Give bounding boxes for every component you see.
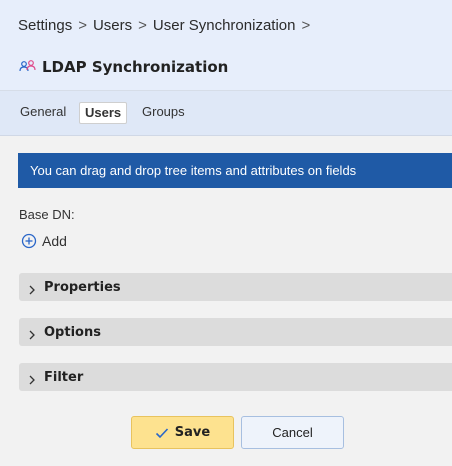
users-sync-icon — [18, 59, 38, 75]
breadcrumb-separator: > — [301, 17, 311, 34]
page-title-row: LDAP Synchronization — [18, 58, 228, 76]
base-dn-label: Base DN: — [19, 207, 75, 222]
section-properties[interactable]: Properties — [19, 273, 452, 301]
breadcrumb: Settings > Users > User Synchronization > — [18, 17, 316, 34]
chevron-right-icon — [26, 371, 38, 385]
tab-general[interactable]: General — [20, 101, 66, 123]
tab-bar: General Users Groups — [0, 91, 452, 136]
breadcrumb-item-user-synchronization[interactable]: User Synchronization — [153, 17, 296, 34]
breadcrumb-item-settings[interactable]: Settings — [18, 17, 72, 34]
cancel-button[interactable]: Cancel — [241, 416, 344, 449]
breadcrumb-item-users[interactable]: Users — [93, 17, 132, 34]
tab-groups[interactable]: Groups — [142, 101, 185, 123]
section-filter[interactable]: Filter — [19, 363, 452, 391]
add-base-dn-button[interactable]: Add — [21, 233, 67, 249]
save-label: Save — [174, 425, 211, 440]
save-button[interactable]: Save — [131, 416, 234, 449]
plus-circle-icon — [21, 233, 37, 249]
page-header: Settings > Users > User Synchronization > LDA… — [0, 0, 452, 91]
cancel-label: Cancel — [272, 425, 313, 440]
add-label: Add — [42, 233, 67, 249]
section-label: Properties — [44, 279, 121, 295]
ldap-sync-page: Settings > Users > User Synchronization > LDA… — [0, 0, 452, 466]
section-label: Filter — [44, 369, 84, 385]
breadcrumb-separator: > — [138, 17, 147, 34]
chevron-right-icon — [26, 281, 38, 295]
info-banner: You can drag and drop tree items and att… — [18, 153, 452, 188]
checkmark-icon — [155, 427, 169, 439]
tab-users[interactable]: Users — [79, 102, 128, 124]
breadcrumb-separator: > — [78, 17, 87, 34]
section-options[interactable]: Options — [19, 318, 452, 346]
section-label: Options — [44, 324, 101, 340]
page-title: LDAP Synchronization — [42, 58, 229, 76]
chevron-right-icon — [26, 326, 38, 340]
